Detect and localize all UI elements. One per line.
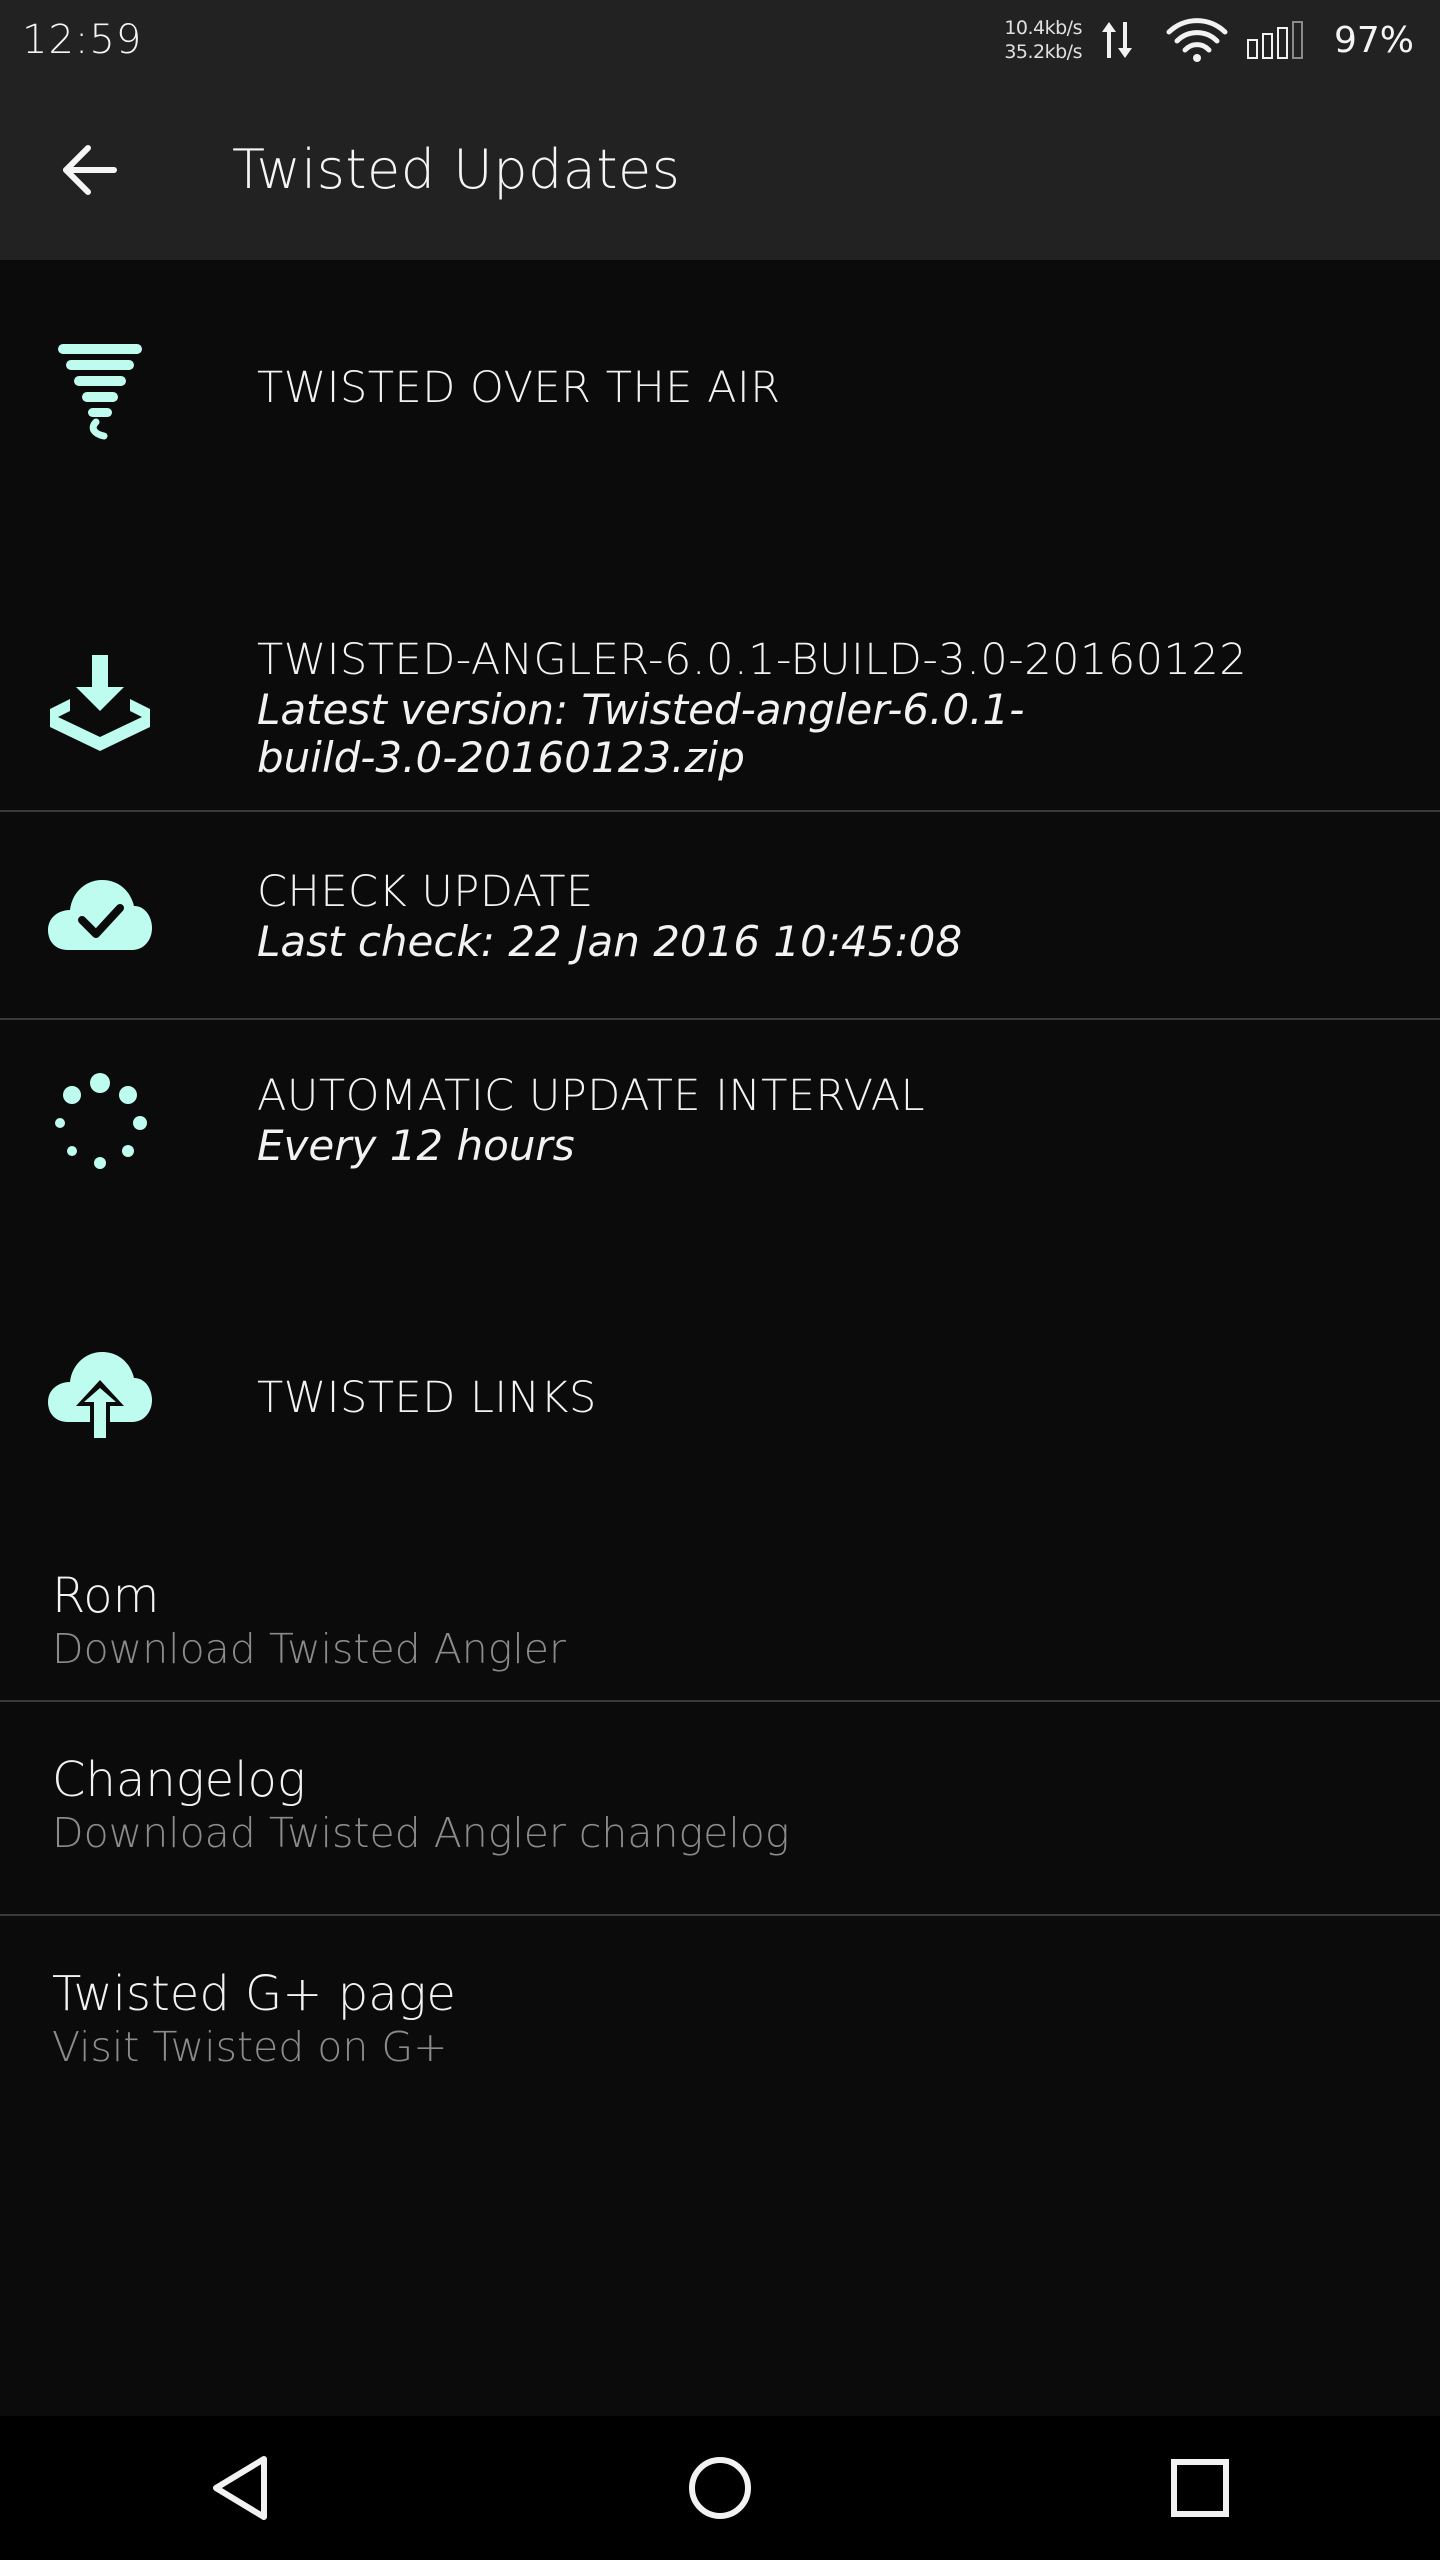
build-summary-line1: Latest version: Twisted-angler-6.0.1- (257, 685, 1025, 734)
nav-recents-button[interactable] (1140, 2428, 1260, 2548)
nav-home-button[interactable] (660, 2428, 780, 2548)
navigation-bar (0, 2416, 1440, 2560)
link-summary: Visit Twisted on G+ (52, 2023, 448, 2071)
status-bar: 12:59 10.4kb/s 35.2kb/s 97% (0, 0, 1440, 80)
link-title: Changelog (52, 1752, 306, 1808)
dotted-spinner-icon (55, 1073, 147, 1169)
check-update-item[interactable]: CHECK UPDATE Last check: 22 Jan 2016 10:… (0, 812, 1440, 1018)
download-speed: 35.2kb/s (1004, 41, 1082, 63)
square-recents-icon (1171, 2459, 1229, 2517)
preferences-list: TWISTED OVER THE AIR TWISTED-ANGLER-6.0.… (0, 260, 1440, 2416)
page-title: Twisted Updates (232, 138, 681, 201)
section-title-links: TWISTED LINKS (257, 1373, 597, 1423)
link-item-gplus[interactable]: Twisted G+ page Visit Twisted on G+ (0, 1916, 1440, 2128)
link-title: Rom (52, 1568, 160, 1624)
link-title: Twisted G+ page (52, 1966, 456, 2022)
battery-level: 97% (1333, 19, 1414, 61)
link-summary: Download Twisted Angler changelog (52, 1809, 790, 1857)
build-summary-line2: build-3.0-20160123.zip (257, 733, 745, 782)
wifi-icon (1166, 18, 1228, 62)
build-title: TWISTED-ANGLER-6.0.1-BUILD-3.0-20160122 (257, 635, 1248, 685)
check-update-title: CHECK UPDATE (257, 867, 594, 917)
nav-back-button[interactable] (180, 2428, 300, 2548)
arrow-left-icon (63, 145, 117, 195)
status-time: 12:59 (22, 17, 143, 63)
cloud-upload-icon (48, 1352, 152, 1442)
data-transfer-icon (1101, 22, 1132, 58)
interval-title: AUTOMATIC UPDATE INTERVAL (257, 1071, 926, 1121)
upload-speed: 10.4kb/s (1004, 17, 1082, 39)
check-update-summary: Last check: 22 Jan 2016 10:45:08 (257, 917, 963, 966)
section-header-ota: TWISTED OVER THE AIR (0, 320, 1440, 460)
tornado-icon (58, 344, 142, 440)
link-summary: Download Twisted Angler (52, 1625, 566, 1673)
section-title-ota: TWISTED OVER THE AIR (257, 363, 781, 413)
link-item-changelog[interactable]: Changelog Download Twisted Angler change… (0, 1702, 1440, 1914)
section-header-links: TWISTED LINKS (0, 1318, 1440, 1478)
triangle-back-icon (213, 2456, 267, 2520)
app-bar: Twisted Updates (0, 80, 1440, 260)
build-info-item[interactable]: TWISTED-ANGLER-6.0.1-BUILD-3.0-20160122 … (0, 596, 1440, 810)
update-interval-item[interactable]: AUTOMATIC UPDATE INTERVAL Every 12 hours (0, 1020, 1440, 1226)
circle-home-icon (689, 2457, 751, 2519)
download-tray-icon (50, 655, 150, 751)
signal-icon (1246, 21, 1303, 59)
cloud-check-icon (48, 880, 152, 950)
back-button[interactable] (56, 136, 124, 204)
status-indicators: 10.4kb/s 35.2kb/s 97% (1004, 16, 1414, 64)
network-speed: 10.4kb/s 35.2kb/s (1004, 16, 1082, 64)
interval-summary: Every 12 hours (257, 1121, 575, 1170)
